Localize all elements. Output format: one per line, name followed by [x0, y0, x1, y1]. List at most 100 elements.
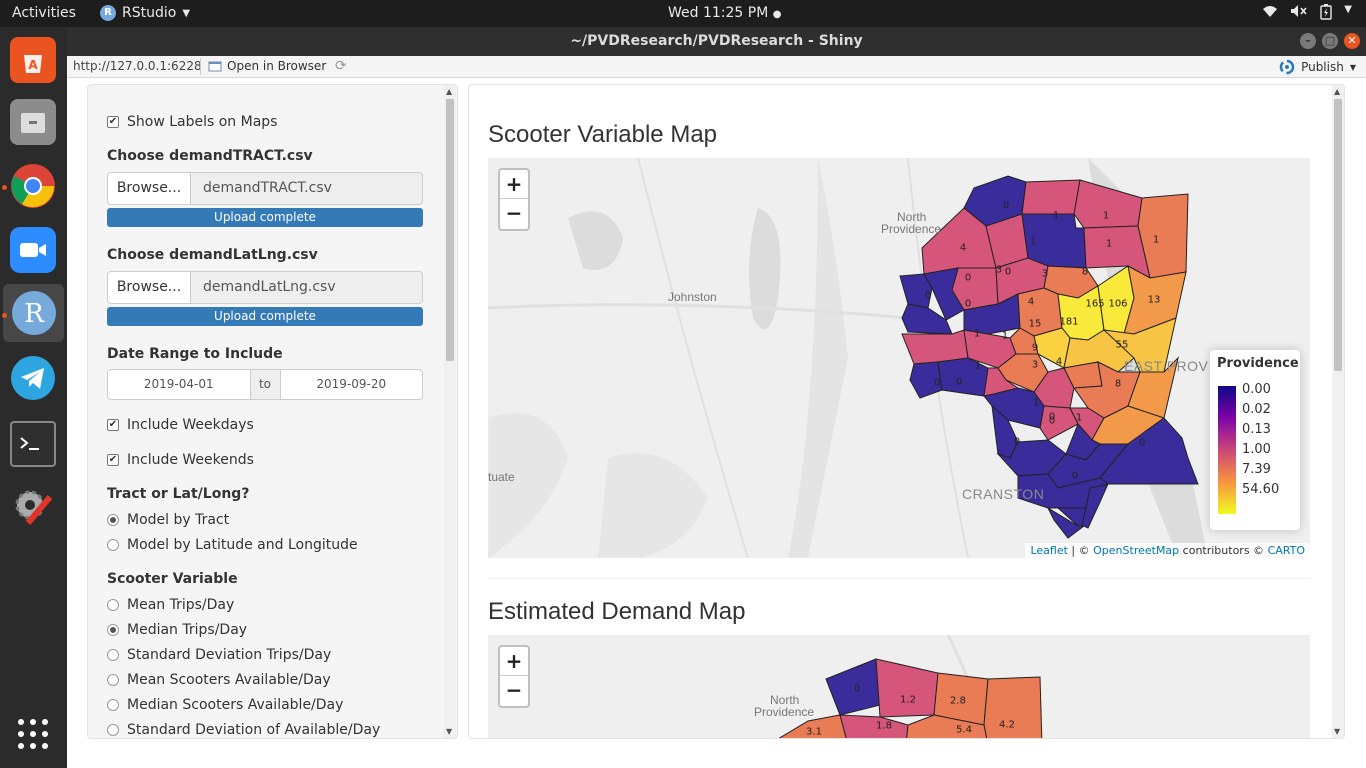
radio-unselected-icon: [107, 649, 119, 661]
show-applications-icon[interactable]: [10, 711, 56, 757]
model-by-latlong-radio[interactable]: Model by Latitude and Longitude: [107, 537, 358, 553]
publish-button[interactable]: Publish ▼: [1279, 59, 1356, 75]
tract-value-label: 0: [964, 298, 972, 310]
tract-value-label: 1: [973, 328, 981, 340]
system-top-bar: Activities R RStudio ▼ Wed 11:25 PM ● ▼: [0, 0, 1366, 27]
maximize-icon[interactable]: □: [1322, 33, 1338, 49]
model-by-latlong-label: Model by Latitude and Longitude: [127, 537, 358, 553]
scooter-variable-map[interactable]: 0 1 1 1 4 1 1 0 3 3 8 0 0 0 4 165 106 13 15 181 55 1 9 1 0 0 1 3 4 1 8…: [488, 158, 1310, 558]
tract-value-label: 3: [1031, 359, 1039, 371]
zoom-in-button[interactable]: +: [500, 170, 528, 199]
window-title: ~/PVDResearch/PVDResearch - Shiny: [570, 33, 863, 49]
dock: A R: [0, 27, 67, 768]
tract-browse-button[interactable]: Browse...: [107, 172, 191, 205]
main-panel: Scooter Variable Map 0 1 1 1 4 1 1 0 3 3…: [468, 84, 1345, 739]
show-labels-checkbox[interactable]: ✔ Show Labels on Maps: [107, 114, 277, 130]
var-radio-option[interactable]: Median Trips/Day: [107, 622, 247, 638]
legend-tick: 1.00: [1242, 442, 1271, 457]
volume-muted-icon: [1290, 4, 1308, 24]
rstudio-dock-icon[interactable]: R: [3, 284, 64, 342]
latlng-browse-button[interactable]: Browse...: [107, 271, 191, 304]
tract-upload-progress: Upload complete: [107, 208, 423, 227]
demand-map-title: Estimated Demand Map: [488, 598, 746, 625]
show-labels-label: Show Labels on Maps: [127, 114, 278, 130]
zoom-out-button[interactable]: −: [500, 199, 528, 228]
chevron-down-icon: ▼: [182, 7, 191, 19]
leaflet-link[interactable]: Leaflet: [1030, 544, 1067, 557]
telegram-icon[interactable]: [10, 355, 56, 401]
latlng-filename: demandLatLng.csv: [191, 271, 423, 304]
zoom-in-button[interactable]: +: [500, 647, 528, 676]
demand-value-label: 4.2: [999, 719, 1015, 731]
date-to-label: to: [249, 370, 281, 399]
tract-value-label: 0: [1002, 200, 1010, 212]
tract-value-label: 4: [1055, 356, 1063, 368]
scroll-down-icon[interactable]: ▼: [1334, 727, 1340, 736]
zoom-icon[interactable]: [10, 227, 56, 273]
software-center-icon[interactable]: A: [10, 37, 56, 83]
tract-value-label: 0: [964, 272, 972, 284]
place-label: EAST PROV: [1124, 358, 1209, 374]
scrollbar-thumb[interactable]: [1334, 99, 1342, 371]
system-tray[interactable]: ▼: [1262, 4, 1352, 24]
rstudio-icon: R: [100, 5, 116, 21]
radio-unselected-icon: [107, 699, 119, 711]
scrollbar-thumb[interactable]: [446, 99, 454, 361]
scroll-up-icon[interactable]: ▲: [446, 87, 452, 96]
window-titlebar[interactable]: ~/PVDResearch/PVDResearch - Shiny – □ ✕: [67, 27, 1366, 56]
tract-value-label: 55: [1115, 339, 1129, 351]
sidebar-scrollbar[interactable]: ▲ ▼: [444, 85, 456, 738]
date-end-input[interactable]: 2019-09-20: [281, 370, 423, 399]
files-icon[interactable]: [10, 99, 56, 145]
model-by-tract-radio[interactable]: Model by Tract: [107, 512, 229, 528]
include-weekends-checkbox[interactable]: ✔ Include Weekends: [107, 452, 254, 468]
var-radio-option[interactable]: Standard Deviation Trips/Day: [107, 647, 331, 663]
open-in-browser-label: Open in Browser: [227, 59, 327, 73]
open-in-browser-button[interactable]: Open in Browser: [208, 59, 326, 73]
close-icon[interactable]: ✕: [1344, 33, 1360, 49]
latlng-file-label: Choose demandLatLng.csv: [107, 247, 318, 263]
settings-tools-icon[interactable]: [10, 483, 56, 529]
var-radio-option[interactable]: Median Scooters Available/Day: [107, 697, 343, 713]
demand-value-label: 1.8: [876, 720, 892, 732]
carto-link[interactable]: CARTO: [1268, 544, 1305, 557]
chrome-icon[interactable]: [10, 163, 56, 209]
zoom-out-button[interactable]: −: [500, 676, 528, 705]
running-indicator: [2, 313, 7, 318]
app-menu[interactable]: R RStudio ▼: [100, 5, 190, 21]
minimize-icon[interactable]: –: [1300, 33, 1316, 49]
include-weekdays-checkbox[interactable]: ✔ Include Weekdays: [107, 417, 254, 433]
scroll-up-icon[interactable]: ▲: [1334, 87, 1340, 96]
var-radio-option[interactable]: Standard Deviation of Available/Day: [107, 722, 380, 738]
legend-tick: 54.60: [1242, 482, 1280, 497]
var-option-label: Standard Deviation Trips/Day: [127, 647, 332, 663]
legend-title: Providence: [1217, 356, 1299, 371]
activities-button[interactable]: Activities: [12, 5, 76, 21]
terminal-icon[interactable]: [10, 421, 56, 467]
tract-value-label: 4: [959, 242, 967, 254]
power-menu-icon: ▼: [1344, 4, 1352, 15]
estimated-demand-map[interactable]: 0 1.2 2.8 4.2 3.1 1.8 5.4 North Providence + −: [488, 635, 1310, 738]
scroll-down-icon[interactable]: ▼: [446, 727, 452, 736]
main-scrollbar[interactable]: ▲ ▼: [1332, 85, 1344, 738]
var-option-label: Standard Deviation of Available/Day: [127, 722, 381, 738]
osm-link[interactable]: OpenStreetMap: [1093, 544, 1179, 557]
place-label: Providence: [881, 222, 942, 236]
var-radio-option[interactable]: Mean Scooters Available/Day: [107, 672, 331, 688]
tract-file-input[interactable]: Browse... demandTRACT.csv: [107, 172, 423, 205]
tract-value-label: 1: [1075, 412, 1083, 424]
legend-color-ramp: [1218, 386, 1236, 514]
tract-value-label: 15: [1028, 318, 1042, 330]
var-radio-option[interactable]: Mean Trips/Day: [107, 597, 234, 613]
map-attribution: Leaflet | © OpenStreetMap contributors ©…: [1025, 543, 1310, 558]
date-start-input[interactable]: 2019-04-01: [108, 370, 250, 399]
legend-tick: 0.00: [1242, 382, 1271, 397]
demand-value-label: 1.2: [900, 694, 916, 706]
refresh-icon[interactable]: ⟳: [335, 58, 347, 74]
latlng-file-input[interactable]: Browse... demandLatLng.csv: [107, 271, 423, 304]
tract-value-label: 4: [1027, 296, 1035, 308]
include-weekends-label: Include Weekends: [127, 452, 254, 468]
clock[interactable]: Wed 11:25 PM ●: [668, 5, 781, 21]
checkbox-checked-icon: ✔: [107, 116, 119, 128]
tract-value-label: 1: [1052, 210, 1060, 222]
